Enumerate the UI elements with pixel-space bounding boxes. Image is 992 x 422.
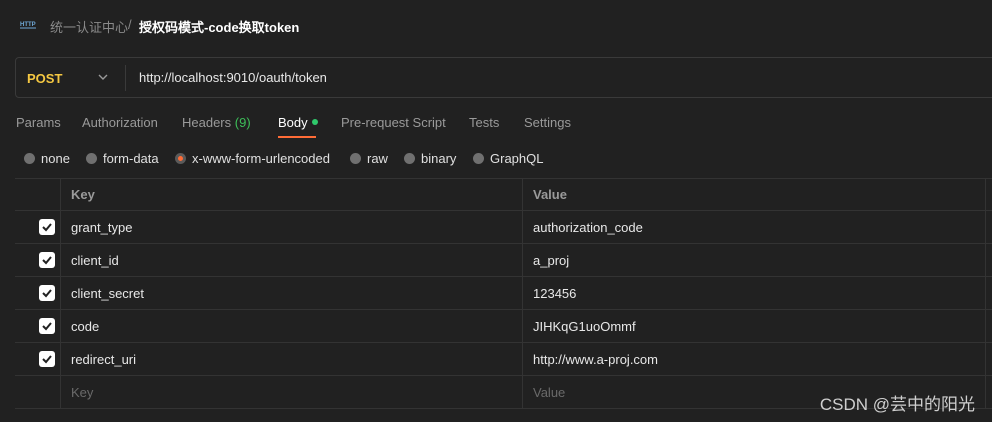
header-value-cell: Value (523, 178, 986, 210)
radio-raw[interactable]: raw (350, 151, 388, 166)
table-row: client_id a_proj (15, 244, 992, 277)
param-value: a_proj (533, 253, 570, 268)
table-header-row: Key Value (15, 178, 992, 211)
url-input[interactable] (139, 68, 839, 86)
header-key: Key (71, 187, 95, 202)
radio-icon (473, 153, 484, 164)
key-cell[interactable]: client_id (61, 244, 523, 276)
radio-label: binary (421, 151, 457, 166)
radio-label: raw (367, 151, 388, 166)
check-cell (15, 376, 61, 408)
breadcrumb-parent[interactable]: 统一认证中心 (50, 17, 128, 36)
value-cell[interactable]: JIHKqG1uoOmmf (523, 310, 986, 342)
header-key-cell: Key (61, 178, 523, 210)
radio-label: none (41, 151, 70, 166)
param-key: client_id (71, 253, 119, 268)
radio-binary[interactable]: binary (404, 151, 456, 166)
radio-graphql[interactable]: GraphQL (473, 151, 543, 166)
radio-selected-icon (175, 153, 186, 164)
watermark: CSDN @芸中的阳光 (819, 395, 975, 414)
radio-label: form-data (103, 151, 159, 166)
key-cell[interactable]: grant_type (61, 211, 523, 243)
param-key: grant_type (71, 220, 133, 235)
svg-text:HTTP: HTTP (20, 22, 36, 28)
chevron-down-icon[interactable] (97, 72, 109, 82)
tab-tests[interactable]: Tests (469, 115, 499, 130)
tab-pre-request-script[interactable]: Pre-request Script (341, 115, 446, 130)
request-title[interactable]: 授权码模式-code换取token (139, 17, 299, 36)
check-cell (15, 343, 61, 375)
check-cell (15, 277, 61, 309)
tab-active-indicator (278, 136, 316, 138)
radio-icon (86, 153, 97, 164)
value-cell[interactable]: http://www.a-proj.com (523, 343, 986, 375)
tab-body[interactable]: Body (278, 115, 318, 130)
key-cell[interactable]: Key (61, 376, 523, 408)
checkmark-icon (42, 289, 52, 298)
param-key: redirect_uri (71, 352, 137, 367)
row-checkbox[interactable] (39, 219, 55, 235)
param-key: code (71, 319, 100, 334)
param-key: client_secret (71, 286, 144, 301)
headers-count-badge: (9) (234, 115, 251, 130)
url-divider (125, 65, 126, 91)
header-value: Value (533, 187, 567, 202)
check-cell (15, 211, 61, 243)
table-row: redirect_uri http://www.a-proj.com (15, 343, 992, 376)
value-cell[interactable]: authorization_code (523, 211, 986, 243)
breadcrumb-separator: / (128, 17, 132, 32)
tab-params[interactable]: Params (16, 115, 61, 130)
check-cell (15, 310, 61, 342)
checkmark-icon (42, 355, 52, 364)
radio-icon (24, 153, 35, 164)
tab-body-label: Body (278, 115, 308, 130)
checkmark-icon (42, 322, 52, 331)
param-value: JIHKqG1uoOmmf (533, 319, 636, 334)
value-cell[interactable]: 123456 (523, 277, 986, 309)
key-cell[interactable]: code (61, 310, 523, 342)
radio-label: GraphQL (490, 151, 544, 166)
radio-label: x-www-form-urlencoded (192, 151, 330, 166)
radio-none[interactable]: none (24, 151, 70, 166)
key-cell[interactable]: redirect_uri (61, 343, 523, 375)
row-checkbox[interactable] (39, 285, 55, 301)
param-value: authorization_code (533, 220, 643, 235)
row-checkbox[interactable] (39, 351, 55, 367)
tab-headers-label: Headers (182, 115, 232, 130)
param-value: http://www.a-proj.com (533, 352, 658, 367)
value-placeholder: Value (533, 385, 566, 400)
value-cell[interactable]: a_proj (523, 244, 986, 276)
header-check-cell (15, 178, 61, 210)
tab-headers[interactable]: Headers (9) (182, 115, 251, 130)
radio-icon (404, 153, 415, 164)
tab-authorization[interactable]: Authorization (82, 115, 158, 130)
row-checkbox[interactable] (39, 252, 55, 268)
checkmark-icon (42, 223, 52, 232)
radio-form-data[interactable]: form-data (86, 151, 159, 166)
key-cell[interactable]: client_secret (61, 277, 523, 309)
radio-x-www-form-urlencoded[interactable]: x-www-form-urlencoded (175, 151, 330, 166)
checkmark-icon (42, 256, 52, 265)
method-select[interactable]: POST (27, 71, 62, 86)
table-row: code JIHKqG1uoOmmf (15, 310, 992, 343)
check-cell (15, 244, 61, 276)
http-icon: HTTP (20, 22, 36, 29)
row-checkbox[interactable] (39, 318, 55, 334)
tab-settings[interactable]: Settings (524, 115, 571, 130)
key-placeholder: Key (71, 385, 94, 400)
table-row: client_secret 123456 (15, 277, 992, 310)
active-dot-icon (311, 119, 318, 125)
param-value: 123456 (533, 286, 577, 301)
table-row: grant_type authorization_code (15, 211, 992, 244)
radio-icon (350, 153, 361, 164)
